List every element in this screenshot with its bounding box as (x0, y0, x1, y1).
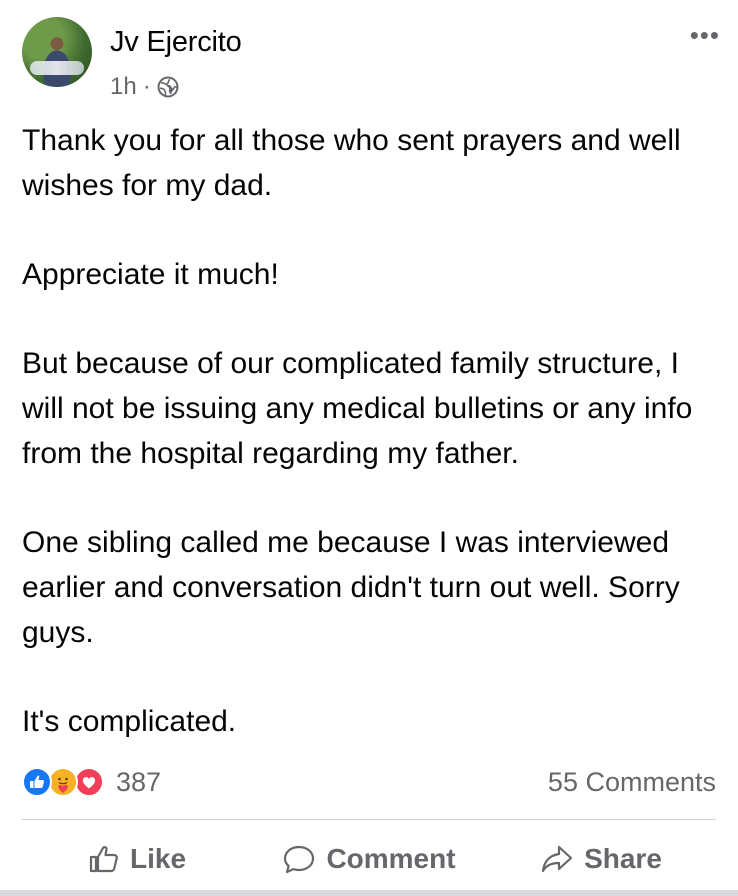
post-paragraph: Thank you for all those who sent prayers… (22, 124, 681, 202)
like-label: Like (129, 843, 187, 874)
comment-button[interactable]: Comment (254, 832, 484, 886)
like-button[interactable]: Like (22, 832, 252, 886)
actions-divider (22, 819, 716, 820)
love-icon (74, 767, 104, 797)
bottom-edge-bar (0, 890, 738, 896)
comments-count-link[interactable]: 55 Comments (548, 767, 716, 798)
post-time[interactable]: 1h (110, 73, 137, 101)
globe-icon[interactable] (157, 76, 179, 98)
comment-label: Comment (326, 843, 456, 874)
reaction-count: 387 (116, 766, 162, 797)
like-icon (22, 767, 52, 797)
avatar-photo-detail (30, 61, 84, 75)
thumbs-up-icon (89, 846, 118, 873)
share-button[interactable]: Share (486, 832, 716, 886)
share-arrow-icon (541, 845, 573, 873)
post-paragraph: One sibling called me because I was inte… (22, 526, 680, 649)
post-stats: 387 55 Comments (22, 764, 716, 800)
post-body: Thank you for all those who sent prayers… (22, 118, 722, 744)
share-label: Share (584, 843, 662, 874)
avatar[interactable] (22, 17, 92, 87)
reactions-summary[interactable]: 387 (22, 767, 161, 798)
comment-bubble-icon (284, 845, 315, 874)
reaction-icons (22, 767, 114, 797)
post-paragraph: But because of our complicated family st… (22, 347, 693, 470)
care-icon (48, 767, 78, 797)
post-meta: 1h · (110, 73, 179, 101)
more-dots-icon[interactable]: ••• (690, 22, 720, 48)
meta-separator: · (142, 73, 151, 100)
action-bar: Like Comment Share (22, 832, 716, 886)
author-name[interactable]: Jv Ejercito (110, 26, 242, 59)
post-card: Jv Ejercito 1h · ••• Thank you for all t… (0, 0, 738, 896)
post-paragraph: Appreciate it much! (22, 258, 279, 291)
post-paragraph: It's complicated. (22, 705, 237, 738)
post-header: Jv Ejercito 1h · ••• (22, 14, 722, 104)
